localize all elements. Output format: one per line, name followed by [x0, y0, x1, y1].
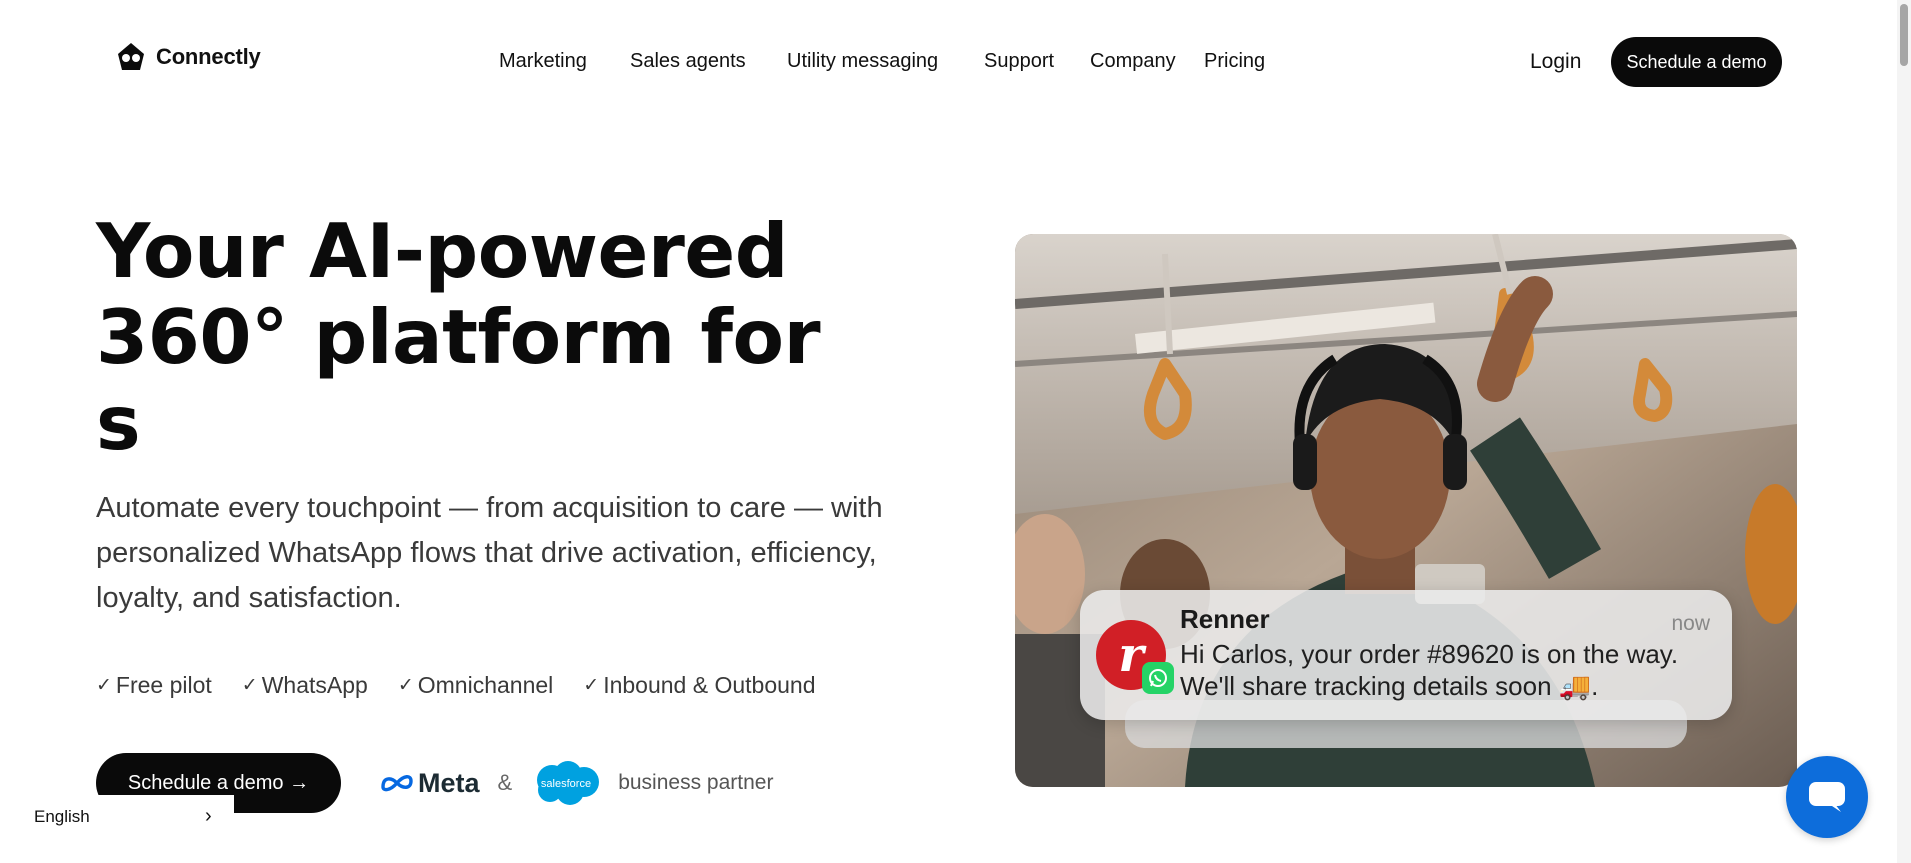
whatsapp-icon — [1142, 662, 1174, 694]
chat-bubble-icon — [1809, 782, 1845, 812]
language-selector[interactable]: English › — [0, 795, 234, 838]
check-icon: ✓ — [397, 675, 414, 696]
brand-name: Connectly — [156, 44, 261, 69]
nav-item-utility-messaging[interactable]: Utility messaging — [787, 50, 938, 73]
feature-label: Omnichannel — [417, 672, 554, 698]
meta-partner: Meta — [380, 768, 480, 799]
feature-label: Inbound & Outbound — [603, 672, 816, 698]
hero-title-line-2: 360° platform for — [96, 293, 821, 381]
notification-time: now — [1671, 612, 1710, 635]
brand-logo[interactable]: Connectly — [114, 40, 261, 74]
message-notification: r Renner now Hi Carlos, your order #8962… — [1080, 590, 1732, 720]
feature-label: Free pilot — [115, 672, 212, 698]
chevron-right-icon: › — [205, 805, 212, 827]
hero-title-line-1: Your AI-powered — [96, 207, 788, 295]
hero-title: Your AI-powered 360° platform for s — [96, 207, 821, 467]
nav-item-support[interactable]: Support — [984, 50, 1054, 73]
ampersand: & — [497, 770, 513, 795]
meta-label: Meta — [418, 767, 480, 798]
nav-item-pricing[interactable]: Pricing — [1204, 50, 1265, 73]
page-scrollbar[interactable] — [1897, 0, 1911, 863]
feature-list: ✓ Free pilot ✓ WhatsApp ✓ Omnichannel ✓ Inbo… — [96, 672, 816, 699]
business-partner-label: business partner — [618, 771, 774, 794]
nav-item-sales-agents[interactable]: Sales agents — [630, 50, 746, 73]
hero-title-line-3: s — [96, 379, 141, 467]
nav-item-marketing[interactable]: Marketing — [499, 50, 587, 73]
login-link[interactable]: Login — [1530, 50, 1581, 74]
feature-label: WhatsApp — [261, 672, 368, 698]
feature-item: ✓ WhatsApp — [242, 672, 368, 699]
scrollbar-thumb[interactable] — [1900, 4, 1908, 66]
nav-item-company[interactable]: Company — [1090, 50, 1176, 73]
salesforce-label: salesforce — [541, 778, 591, 790]
language-label: English — [34, 807, 90, 826]
notification-sender: Renner — [1180, 604, 1270, 634]
site-header: Connectly Marketing Sales agents Utility… — [0, 0, 1900, 124]
check-icon: ✓ — [241, 675, 258, 696]
meta-infinity-icon — [381, 775, 413, 792]
partner-badges: Meta & salesforce business partner — [380, 758, 773, 808]
hero-subtitle: Automate every touchpoint — from acquisi… — [96, 492, 883, 614]
chat-widget-button[interactable] — [1786, 756, 1868, 838]
connectly-logo-icon — [118, 43, 144, 70]
feature-item: ✓ Inbound & Outbound — [583, 672, 815, 699]
schedule-demo-header-button[interactable]: Schedule a demo — [1611, 37, 1782, 87]
notification-message: Hi Carlos, your order #89620 is on the w… — [1180, 639, 1679, 701]
feature-item: ✓ Free pilot — [96, 672, 212, 699]
check-icon: ✓ — [96, 675, 112, 696]
feature-item: ✓ Omnichannel — [398, 672, 553, 699]
salesforce-cloud-icon: salesforce — [537, 761, 600, 805]
check-icon: ✓ — [583, 675, 600, 696]
